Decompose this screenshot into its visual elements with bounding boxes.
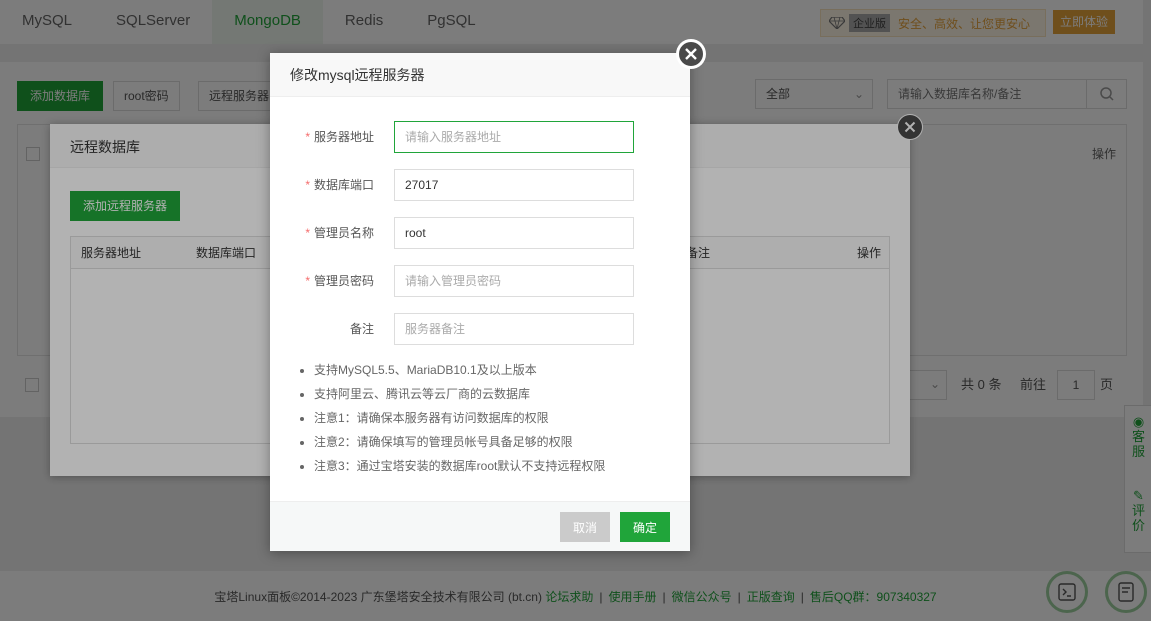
dialog-title: 修改mysql远程服务器 [270,53,690,97]
form-row-admin-pwd: * 管理员密码 [270,265,690,297]
required-mark: * [305,274,310,288]
note-item: 注意2：请确保填写的管理员帐号具备足够的权限 [314,430,605,454]
close-icon [677,40,705,68]
admin-password-input[interactable] [394,265,634,297]
address-label: * 服务器地址 [305,130,374,144]
remark-input[interactable] [394,313,634,345]
form-row-remark: 备注 [270,313,690,345]
admin-name-input[interactable] [394,217,634,249]
form-row-address: * 服务器地址 [270,121,690,153]
note-item: 注意1：请确保本服务器有访问数据库的权限 [314,406,605,430]
confirm-button[interactable]: 确定 [620,512,670,542]
cancel-button[interactable]: 取消 [560,512,610,542]
note-item: 支持阿里云、腾讯云等云厂商的云数据库 [314,382,605,406]
form-row-port: * 数据库端口 [270,169,690,201]
db-port-input[interactable] [394,169,634,201]
edit-remote-server-dialog: 修改mysql远程服务器 *服务器地址 *数据库端口 *管理员名称 *管理员密码… [270,53,690,551]
remark-label: 备注 [349,322,374,336]
dialog-notes: 支持MySQL5.5、MariaDB10.1及以上版本 支持阿里云、腾讯云等云厂… [314,358,605,478]
form-row-admin-name: * 管理员名称 [270,217,690,249]
required-mark: * [305,130,310,144]
server-address-input[interactable] [394,121,634,153]
note-item: 支持MySQL5.5、MariaDB10.1及以上版本 [314,358,605,382]
admin-name-label: * 管理员名称 [305,226,374,240]
note-item: 注意3：通过宝塔安装的数据库root默认不支持远程权限 [314,454,605,478]
port-label: * 数据库端口 [305,178,374,192]
required-mark: * [305,226,310,240]
required-mark: * [305,178,310,192]
admin-password-label: * 管理员密码 [305,274,374,288]
dialog-close-button[interactable] [676,39,706,69]
dialog-footer: 取消 确定 [270,501,690,551]
